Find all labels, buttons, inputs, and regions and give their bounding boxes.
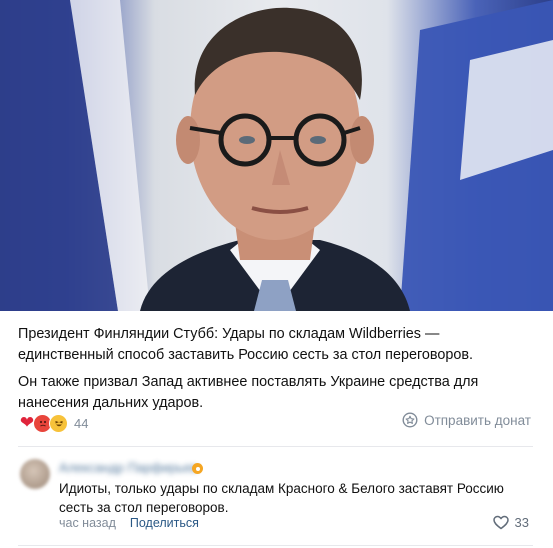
comment-like-button[interactable]: 33 bbox=[492, 515, 529, 530]
post-text-paragraph-2: Он также призвал Запад активнее поставля… bbox=[18, 374, 479, 411]
divider bbox=[18, 545, 533, 546]
comment-meta: час назад Поделиться bbox=[59, 516, 199, 530]
comment-like-count: 33 bbox=[514, 515, 529, 530]
comment-author-name[interactable]: Александр Парфирьев bbox=[59, 460, 198, 475]
comment-text: Идиоты, только удары по складам Красного… bbox=[59, 481, 504, 515]
post-text-paragraph-1: Президент Финляндии Стубб: Удары по скла… bbox=[18, 326, 474, 363]
laughing-face-icon bbox=[49, 413, 68, 433]
comment-author-avatar[interactable] bbox=[20, 459, 50, 489]
reactions-bar[interactable]: ❤ 44 bbox=[18, 413, 88, 433]
badge-icon bbox=[192, 463, 203, 474]
divider bbox=[18, 446, 533, 447]
donation-icon bbox=[402, 412, 418, 428]
share-link[interactable]: Поделиться bbox=[130, 516, 199, 530]
reactions-count: 44 bbox=[74, 415, 89, 431]
send-donation-label: Отправить донат bbox=[424, 412, 531, 428]
send-donation-button[interactable]: Отправить донат bbox=[402, 412, 531, 428]
heart-outline-icon bbox=[492, 515, 509, 530]
person-photo-illustration bbox=[0, 0, 553, 311]
comment-time[interactable]: час назад bbox=[59, 516, 116, 530]
post-photo[interactable] bbox=[0, 0, 553, 311]
